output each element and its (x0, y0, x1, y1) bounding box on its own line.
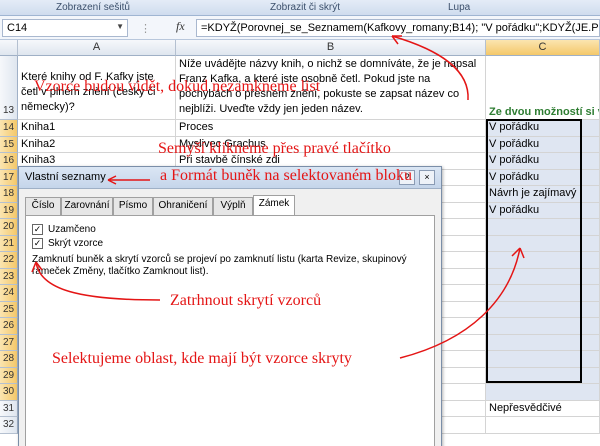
chevron-down-icon[interactable]: ▼ (116, 22, 124, 31)
annotation-select-area: Selektujeme oblast, kde mají být vzorce … (52, 350, 352, 367)
column-header-b[interactable]: B (176, 40, 486, 56)
tab-number[interactable]: Číslo (25, 197, 61, 215)
cell-c19[interactable]: V pořádku (486, 202, 600, 219)
close-icon[interactable]: × (419, 170, 435, 185)
cell-c20[interactable] (486, 219, 600, 236)
row-header-21[interactable]: 21 (0, 235, 18, 252)
cell-c16[interactable]: V pořádku (486, 153, 600, 170)
cell-c26[interactable] (486, 318, 600, 335)
function-icon[interactable]: fx (176, 19, 185, 34)
column-header-c[interactable]: C (486, 40, 600, 56)
row-header-20[interactable]: 20 (0, 219, 18, 236)
cell-c13[interactable]: Ze dvou možností si vyberte (486, 56, 600, 120)
name-box-value: C14 (7, 22, 28, 34)
name-box[interactable]: C14 ▼ (2, 19, 128, 37)
row-header-14[interactable]: 14 (0, 120, 18, 137)
row-header-22[interactable]: 22 (0, 252, 18, 269)
row-header-13[interactable]: 13 (0, 56, 18, 120)
row-header-24[interactable]: 24 (0, 285, 18, 302)
cell-c32[interactable] (486, 417, 600, 434)
row-header-31[interactable]: 31 (0, 400, 18, 417)
ribbon-group-bar: Zobrazení sešitů Zobrazit či skrýt Lupa (0, 0, 600, 16)
cell-c22[interactable] (486, 252, 600, 269)
ribbon-group-zoom[interactable]: Lupa (448, 2, 470, 13)
row-header-26[interactable]: 26 (0, 318, 18, 335)
row-header-18[interactable]: 18 (0, 186, 18, 203)
cell-c31[interactable]: Nepřesvědčivé (486, 400, 600, 417)
cell-c18[interactable]: Návrh je zajímavý (486, 186, 600, 203)
tab-font[interactable]: Písmo (113, 197, 153, 215)
locked-checkbox[interactable]: ✓ (32, 224, 43, 235)
ribbon-group-workbook-views[interactable]: Zobrazení sešitů (56, 2, 130, 13)
formula-input[interactable]: =KDYŽ(Porovnej_se_Seznamem(Kafkovy_roman… (196, 19, 600, 37)
cell-a14[interactable]: Kniha1 (18, 120, 176, 137)
row-header-28[interactable]: 28 (0, 351, 18, 368)
cell-c14[interactable]: V pořádku (486, 120, 600, 137)
tab-border[interactable]: Ohraničení (153, 197, 213, 215)
row-header-23[interactable]: 23 (0, 268, 18, 285)
tab-alignment[interactable]: Zarovnání (61, 197, 113, 215)
tab-protection[interactable]: Zámek (253, 195, 295, 216)
row-header-30[interactable]: 30 (0, 384, 18, 401)
column-header-a[interactable]: A (18, 40, 176, 56)
cell-c17[interactable]: V pořádku (486, 169, 600, 186)
cell-c27[interactable] (486, 334, 600, 351)
protection-note: Zamknutí buněk a skrytí vzorců se projev… (32, 254, 407, 277)
dialog-title: Vlastní seznamy (25, 171, 106, 183)
cell-c28[interactable] (486, 351, 600, 368)
cell-a15[interactable]: Kniha2 (18, 136, 176, 153)
protection-panel: ✓ Uzamčeno ✓ Skrýt vzorce Zamknutí buněk… (25, 215, 435, 446)
row-header-29[interactable]: 29 (0, 367, 18, 384)
hide-formulas-checkbox[interactable]: ✓ (32, 238, 43, 249)
annotation-right-click: Semyší klikneme přes pravé tlačítko (158, 140, 391, 157)
row-header-27[interactable]: 27 (0, 334, 18, 351)
cell-c25[interactable] (486, 301, 600, 318)
cell-c15[interactable]: V pořádku (486, 136, 600, 153)
tab-fill[interactable]: Výplň (213, 197, 253, 215)
cell-c21[interactable] (486, 235, 600, 252)
formula-bar: C14 ▼ ⋮ fx =KDYŽ(Porovnej_se_Seznamem(Ka… (0, 16, 600, 40)
cell-c23[interactable] (486, 268, 600, 285)
select-all-corner[interactable] (0, 40, 18, 56)
cell-b14[interactable]: Proces (176, 120, 486, 137)
row-header-25[interactable]: 25 (0, 301, 18, 318)
hide-formulas-label[interactable]: Skrýt vzorce (48, 238, 103, 249)
annotation-formula-visible: Vzorce budou vidět, dokud nezamkneme lis… (34, 78, 321, 95)
locked-label[interactable]: Uzamčeno (48, 224, 96, 235)
ribbon-group-show-hide[interactable]: Zobrazit či skrýt (270, 2, 340, 13)
row-header-17[interactable]: 17 (0, 169, 18, 186)
formula-bar-separator: ⋮ (140, 23, 152, 35)
cell-c24[interactable] (486, 285, 600, 302)
row-header-15[interactable]: 15 (0, 136, 18, 153)
annotation-check-hide: Zatrhnout skrytí vzorců (170, 292, 322, 309)
cell-c30[interactable] (486, 384, 600, 401)
cell-c29[interactable] (486, 367, 600, 384)
row-header-16[interactable]: 16 (0, 153, 18, 170)
row-header-32[interactable]: 32 (0, 417, 18, 434)
annotation-format-cells: a Formát buněk na selektovaném bloku (160, 167, 412, 184)
row-header-19[interactable]: 19 (0, 202, 18, 219)
